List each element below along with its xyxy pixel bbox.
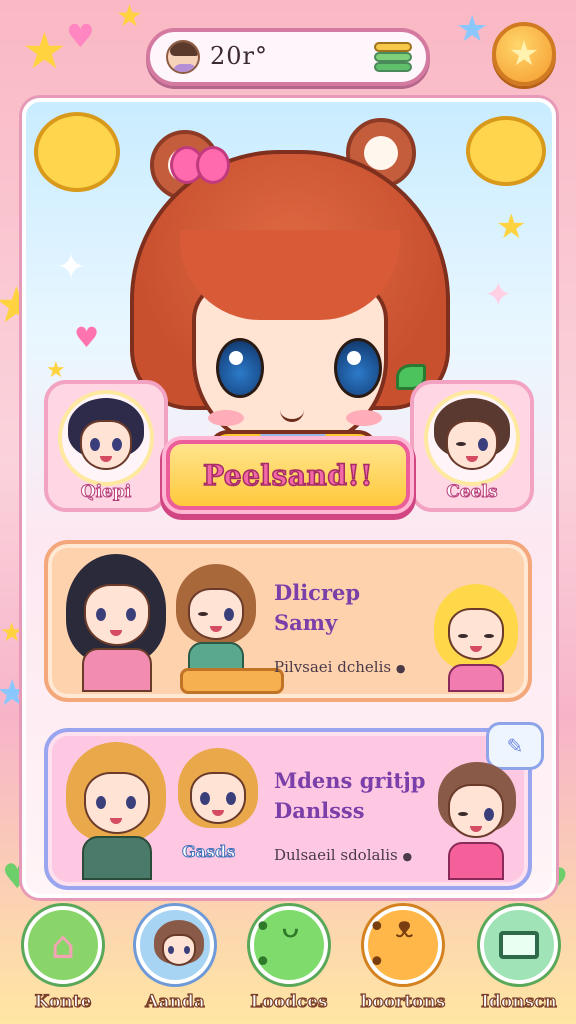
hero-character[interactable] xyxy=(120,110,460,490)
friend-avatar-icon xyxy=(140,910,210,980)
list-card[interactable]: ✎ Gasds Mdens gritjp Danlsss Dulsaeil sd… xyxy=(44,722,544,890)
list-subtitle: Dulsaeil sdolalis xyxy=(274,846,398,864)
character-avatar xyxy=(172,564,262,684)
event-title: Peelsand!! xyxy=(202,458,373,493)
star-icon: ★ xyxy=(116,0,143,34)
nav-item-home[interactable]: ⌂ Konte xyxy=(14,906,110,1016)
star-icon: ★ xyxy=(46,358,66,383)
score-value: 20r° xyxy=(210,42,269,70)
nav-label: boortons xyxy=(360,991,446,1012)
profile-avatar xyxy=(424,390,520,486)
list-title-line1: Dlicrep xyxy=(274,580,361,605)
coin-stack-icon xyxy=(374,42,412,74)
profile-name-right: Ceels xyxy=(446,482,498,503)
nav-item-bear[interactable]: • ᴥ • boortons xyxy=(354,906,450,1016)
bear-mascot-icon xyxy=(466,116,546,186)
character-avatar xyxy=(432,584,522,694)
profile-name-left: Qiepi xyxy=(80,482,132,503)
star-icon: ★ xyxy=(456,9,489,50)
player-avatar[interactable] xyxy=(166,40,200,74)
list-title-line2: Danlsss xyxy=(274,798,365,823)
bow-icon xyxy=(170,146,230,186)
nav-label: Aanda xyxy=(145,991,206,1012)
character-avatar xyxy=(62,554,172,694)
star-icon: ★ xyxy=(22,22,67,80)
list-subtitle: Pilvsaei dchelis xyxy=(274,658,392,676)
profile-card-right[interactable]: Ceels xyxy=(410,380,534,512)
sparkle-icon: ✦ xyxy=(56,247,87,288)
cat-mascot-icon xyxy=(34,112,120,192)
status-dot-icon: ● xyxy=(402,850,413,863)
star-icon: ★ xyxy=(496,207,527,247)
heart-icon: ♥ xyxy=(74,321,100,354)
nav-label: Konte xyxy=(34,991,92,1012)
player-status-bar[interactable]: 20r° xyxy=(146,28,430,86)
nav-item-friends[interactable]: Aanda xyxy=(126,906,222,1016)
sparkle-icon: ✦ xyxy=(484,275,513,315)
list-title-line2: Samy xyxy=(274,610,338,635)
favorites-button[interactable]: ★ xyxy=(492,22,556,86)
event-title-banner[interactable]: Peelsand!! xyxy=(166,440,410,510)
nav-item-frog[interactable]: • ᴗ • Loodces xyxy=(240,906,336,1016)
star-icon: ★ xyxy=(508,34,540,74)
bear-icon: • ᴥ • xyxy=(368,910,414,980)
character-avatar xyxy=(432,762,522,884)
character-avatar xyxy=(174,748,264,848)
nav-item-computer[interactable]: Idonscn xyxy=(470,906,566,1016)
computer-icon xyxy=(484,910,554,980)
profile-avatar xyxy=(58,390,154,486)
nav-label: Loodces xyxy=(250,991,328,1012)
home-icon: ⌂ xyxy=(50,923,76,967)
status-dot-icon: ● xyxy=(395,662,406,675)
character-tag: Gasds xyxy=(181,842,236,862)
star-icon: ★ xyxy=(0,618,24,648)
list-title-line1: Mdens gritjp xyxy=(274,768,426,793)
food-tray-icon xyxy=(180,668,284,694)
bottom-nav: ⌂ Konte Aanda • ᴗ • Loodces • ᴥ • boorto… xyxy=(0,892,576,1024)
frog-icon: • ᴗ • xyxy=(254,910,300,980)
list-card[interactable]: Dlicrep Samy Pilvsaei dchelis ● xyxy=(44,540,532,702)
character-avatar xyxy=(62,742,172,882)
nav-label: Idonscn xyxy=(480,991,557,1012)
heart-icon: ♥ xyxy=(66,17,95,55)
profile-card-left[interactable]: Qiepi xyxy=(44,380,168,512)
